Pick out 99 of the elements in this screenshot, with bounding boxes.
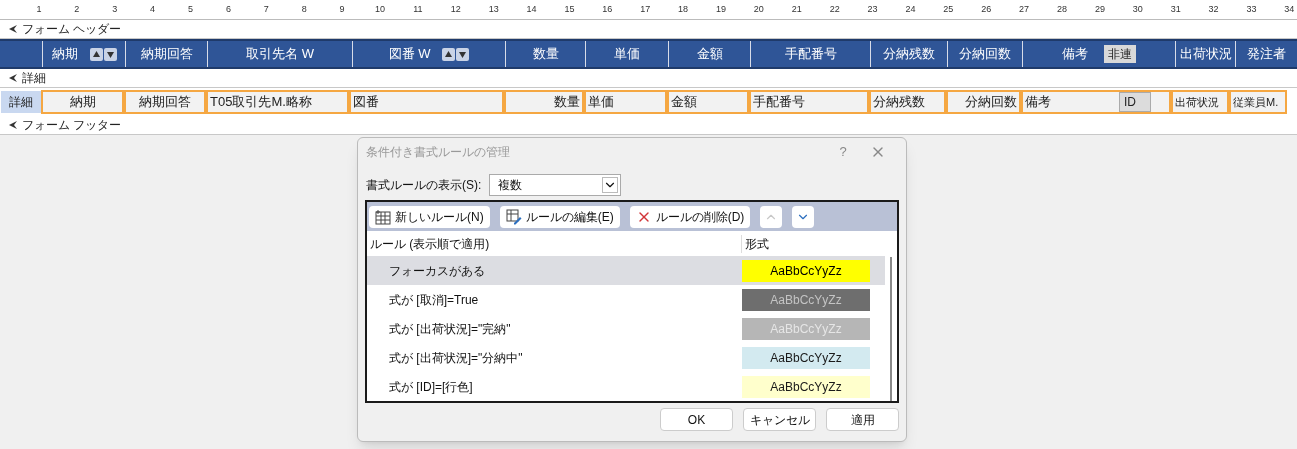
field-control[interactable]: 分納回数 xyxy=(946,90,1021,114)
ruler-number: 13 xyxy=(488,5,499,14)
rule-text: 式が [取消]=True xyxy=(388,291,480,309)
chevron-down-icon xyxy=(602,177,619,193)
dialog-button[interactable]: OK xyxy=(660,408,733,431)
sort-descending-icon[interactable] xyxy=(456,47,470,61)
column-header: ルール (表示順で適用) xyxy=(367,234,742,253)
ruler-number: 29 xyxy=(1094,5,1105,14)
ruler-number: 34 xyxy=(1284,5,1295,14)
band-label: フォーム フッター xyxy=(22,117,122,134)
ruler-number: 9 xyxy=(339,5,345,14)
ruler-number: 10 xyxy=(374,5,385,14)
ruler-number: 33 xyxy=(1246,5,1257,14)
ruler-number: 20 xyxy=(753,5,764,14)
format-preview: AaBbCcYyZz xyxy=(742,288,870,311)
ruler-number: 30 xyxy=(1132,5,1143,14)
band-marker-icon xyxy=(8,120,18,130)
ruler-number: 28 xyxy=(1057,5,1067,14)
ruler-number: 25 xyxy=(943,5,954,14)
ruler-number: 1 xyxy=(36,5,42,14)
format-preview: AaBbCcYyZz xyxy=(742,375,870,398)
field-control[interactable]: 図番 xyxy=(349,90,504,114)
toggle-button[interactable]: 非連 xyxy=(1104,45,1136,63)
column-header: 納期回答 xyxy=(140,45,193,64)
table-edit-icon xyxy=(505,208,522,225)
column-header: 備考 xyxy=(1062,45,1088,64)
band-label: フォーム ヘッダー xyxy=(22,21,122,38)
band-label: 詳細 xyxy=(22,70,46,87)
dialog-title: 条件付き書式ルールの管理 xyxy=(366,144,511,161)
rule-text: 式が [ID]=[行色] xyxy=(388,378,474,396)
table-icon xyxy=(375,208,391,225)
column-header: 数量 xyxy=(532,45,559,64)
field-control[interactable]: 備考 ID xyxy=(1021,90,1171,114)
field-control[interactable]: 出荷状況 xyxy=(1171,90,1229,114)
column-header: 納期 xyxy=(51,45,78,64)
format-preview: AaBbCcYyZz xyxy=(742,346,870,369)
ruler-number: 15 xyxy=(564,5,575,14)
move-down-button[interactable] xyxy=(792,205,815,228)
column-header: 形式 xyxy=(744,235,769,253)
toolbar-button[interactable]: 新しいルール(N) xyxy=(369,205,490,228)
rule-text: 式が [出荷状況]="分納中" xyxy=(388,349,524,367)
ruler-number: 21 xyxy=(791,5,802,14)
ruler-number: 19 xyxy=(715,5,726,14)
format-preview: AaBbCcYyZz xyxy=(742,259,870,282)
id-field[interactable]: ID xyxy=(1119,92,1151,112)
ruler-number: 26 xyxy=(981,5,992,14)
ruler-number: 8 xyxy=(301,5,307,14)
column-header: 手配番号 xyxy=(784,45,837,64)
ruler-number: 16 xyxy=(602,5,613,14)
ruler-number: 12 xyxy=(450,5,461,14)
field-control[interactable]: T05取引先M.略称 xyxy=(206,90,349,114)
field-control[interactable]: 納期 xyxy=(41,90,124,114)
field-control[interactable]: 数量 xyxy=(504,90,584,114)
ruler-number: 22 xyxy=(829,5,840,14)
field-control[interactable]: 分納残数 xyxy=(869,90,946,114)
ruler-number: 5 xyxy=(188,5,193,14)
ruler-number: 4 xyxy=(150,5,156,14)
ruler-number: 17 xyxy=(640,5,651,14)
column-header: 図番 W xyxy=(388,45,431,64)
field-control[interactable]: 手配番号 xyxy=(749,90,869,114)
sort-ascending-icon[interactable] xyxy=(89,47,103,61)
ruler-number: 14 xyxy=(526,5,537,14)
sort-ascending-icon[interactable] xyxy=(442,47,456,61)
ruler-number: 32 xyxy=(1208,5,1219,14)
rule-text: 式が [出荷状況]="完納" xyxy=(388,320,512,338)
rule-text: フォーカスがある xyxy=(388,262,486,280)
column-header: 分納回数 xyxy=(959,45,1011,64)
toolbar-button[interactable]: ルールの削除(D) xyxy=(629,205,751,228)
field-label: 書式ルールの表示(S): xyxy=(366,177,482,194)
section-selector[interactable]: 詳細 xyxy=(1,91,41,113)
ruler-number: 18 xyxy=(678,5,689,14)
ruler-number: 7 xyxy=(263,5,269,14)
field-control[interactable]: 従業員M. xyxy=(1229,90,1287,114)
ruler-number: 2 xyxy=(74,5,80,14)
column-header: 金額 xyxy=(696,45,723,64)
column-header: 分納残数 xyxy=(883,45,935,64)
ruler-number: 24 xyxy=(905,5,916,14)
band-marker-icon xyxy=(8,24,18,34)
dialog-button[interactable]: キャンセル xyxy=(743,408,816,431)
toolbar-button[interactable]: ルールの編集(E) xyxy=(499,205,620,228)
rule-scope-dropdown[interactable]: 複数 xyxy=(489,174,622,196)
column-header: 単価 xyxy=(614,45,640,64)
dialog-button[interactable]: 適用 xyxy=(826,408,899,431)
column-header: 取引先名 W xyxy=(246,45,314,64)
rule-row[interactable]: フォーカスがある AaBbCcYyZz xyxy=(367,256,885,286)
band-marker-icon xyxy=(8,73,18,83)
ruler-number: 23 xyxy=(867,5,878,14)
field-control[interactable]: 金額 xyxy=(667,90,749,114)
ruler-number: 27 xyxy=(1019,5,1030,14)
ruler-number: 6 xyxy=(225,5,231,14)
column-header: 出荷状況 xyxy=(1179,45,1232,64)
ruler-number: 3 xyxy=(112,5,118,14)
sort-descending-icon[interactable] xyxy=(103,47,117,61)
ruler-number: 11 xyxy=(413,5,423,14)
column-header: 発注者 xyxy=(1247,45,1286,64)
field-label: 備考 xyxy=(1025,93,1051,112)
field-control[interactable]: 納期回答 xyxy=(124,90,206,114)
ruler-number: 31 xyxy=(1170,5,1181,14)
field-control[interactable]: 単価 xyxy=(584,90,667,114)
